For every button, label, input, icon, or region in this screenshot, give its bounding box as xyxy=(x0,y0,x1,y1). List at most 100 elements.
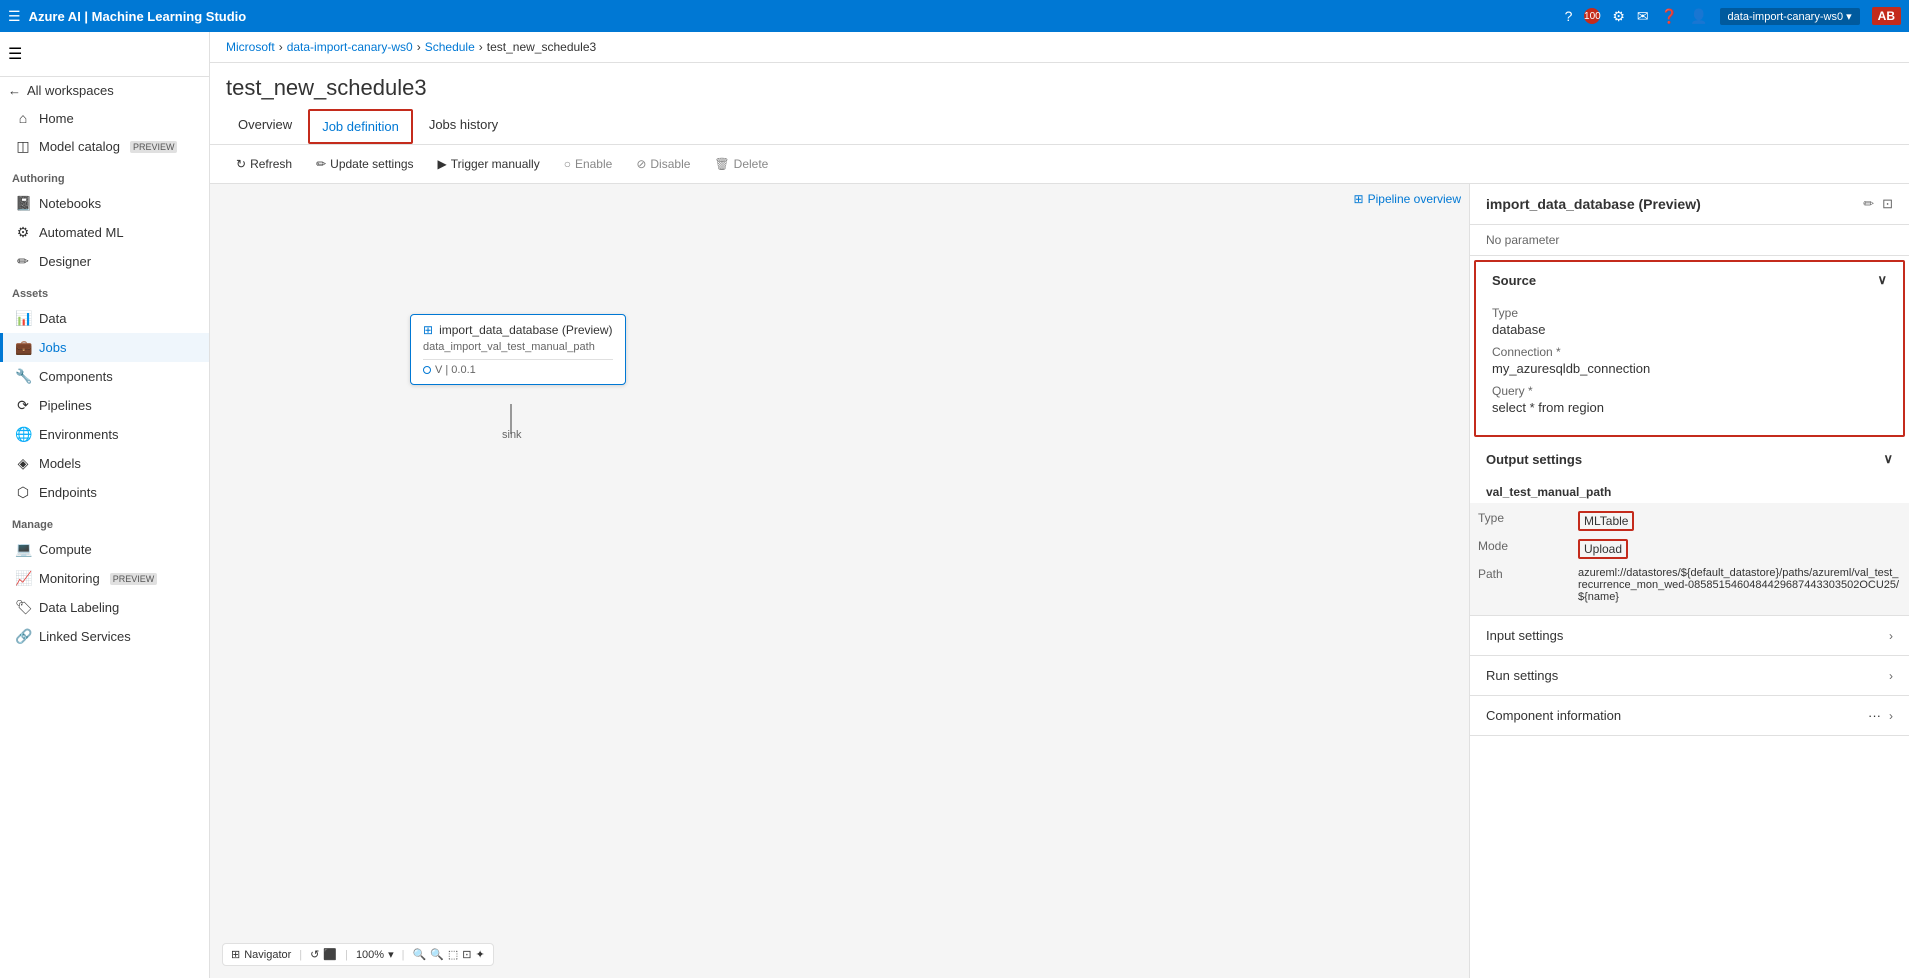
sidebar-label-data-labeling: Data Labeling xyxy=(39,600,119,615)
endpoints-icon: ⬡ xyxy=(15,484,31,501)
settings-icon[interactable]: ⚙ xyxy=(1612,8,1625,25)
sidebar-item-notebooks[interactable]: 📓 Notebooks xyxy=(0,189,209,218)
sidebar-item-models[interactable]: ◈ Models xyxy=(0,449,209,478)
sidebar-label-automated-ml: Automated ML xyxy=(39,225,124,240)
sidebar-label-compute: Compute xyxy=(39,542,92,557)
update-settings-button[interactable]: ✏ Update settings xyxy=(306,153,423,175)
output-row-mode: Mode Upload xyxy=(1470,535,1909,563)
play-icon: ▶ xyxy=(438,157,447,171)
sidebar-label-jobs: Jobs xyxy=(39,340,66,355)
refresh-icon: ↻ xyxy=(236,157,246,171)
sidebar-item-model-catalog[interactable]: ◫ Model catalog PREVIEW xyxy=(0,132,209,161)
source-section-header[interactable]: Source ∨ xyxy=(1476,262,1903,298)
menu-icon[interactable]: ☰ xyxy=(8,8,21,25)
sidebar: ☰ ← All workspaces ⌂ Home ◫ Model catalo… xyxy=(0,32,210,978)
delete-icon: 🗑 xyxy=(714,157,729,171)
data-labeling-icon: 🏷 xyxy=(15,599,31,616)
sidebar-item-compute[interactable]: 💻 Compute xyxy=(0,535,209,564)
sidebar-item-endpoints[interactable]: ⬡ Endpoints xyxy=(0,478,209,507)
sidebar-item-automated-ml[interactable]: ⚙ Automated ML xyxy=(0,218,209,247)
port-indicator xyxy=(423,366,431,374)
question-icon[interactable]: ❓ xyxy=(1661,8,1678,25)
source-section: Source ∨ Type database Connection * my_a… xyxy=(1474,260,1905,437)
tab-job-definition[interactable]: Job definition xyxy=(308,109,413,144)
canvas-sink-label: sink xyxy=(502,429,522,441)
user-icon[interactable]: 👤 xyxy=(1690,8,1707,25)
canvas-tool-2[interactable]: ⬚ xyxy=(448,948,458,961)
compute-icon: 💻 xyxy=(15,541,31,558)
sidebar-label-components: Components xyxy=(39,369,113,384)
canvas-node[interactable]: ⊞ import_data_database (Preview) data_im… xyxy=(410,314,626,385)
trigger-manually-button[interactable]: ▶ Trigger manually xyxy=(428,153,550,175)
enable-button[interactable]: ○ Enable xyxy=(554,153,623,175)
type-value: database xyxy=(1492,322,1887,337)
output-section-header[interactable]: Output settings ∨ xyxy=(1470,441,1909,477)
canvas-tool-4[interactable]: ✦ xyxy=(476,948,485,961)
monitoring-icon: 📈 xyxy=(15,570,31,587)
sidebar-item-pipelines[interactable]: ⟳ Pipelines xyxy=(0,391,209,420)
sidebar-label-data: Data xyxy=(39,311,66,326)
feedback-icon[interactable]: ✉ xyxy=(1637,8,1649,25)
refresh-button[interactable]: ↻ Refresh xyxy=(226,153,302,175)
notebooks-icon: 📓 xyxy=(15,195,31,212)
right-panel: import_data_database (Preview) ✏ ⊡ No pa… xyxy=(1469,184,1909,978)
navigator-label: Navigator xyxy=(244,949,291,961)
section-manage: Manage xyxy=(0,507,209,535)
topbar-right: ? 100 ⚙ ✉ ❓ 👤 data-import-canary-ws0 ▾ A… xyxy=(1565,7,1901,25)
breadcrumb-current: test_new_schedule3 xyxy=(487,40,596,54)
models-icon: ◈ xyxy=(15,455,31,472)
output-table-wrapper: Type MLTable Mode Upload xyxy=(1470,503,1909,615)
panel-edit-icon[interactable]: ✏ xyxy=(1863,196,1874,212)
back-icon: ← xyxy=(8,83,21,98)
page-title: test_new_schedule3 xyxy=(226,75,1893,101)
tab-overview[interactable]: Overview xyxy=(226,109,304,144)
sidebar-item-monitoring[interactable]: 📈 Monitoring PREVIEW xyxy=(0,564,209,593)
connection-value: my_azuresqldb_connection xyxy=(1492,361,1887,376)
navigator-icon[interactable]: ⊞ xyxy=(231,948,240,961)
canvas-area[interactable]: ⊞ Pipeline overview ⊞ import_data_databa… xyxy=(210,184,1469,978)
panel-header: import_data_database (Preview) ✏ ⊡ xyxy=(1470,184,1909,225)
sidebar-toggle[interactable]: ☰ xyxy=(4,40,26,68)
breadcrumb-microsoft[interactable]: Microsoft xyxy=(226,40,275,54)
sidebar-item-environments[interactable]: 🌐 Environments xyxy=(0,420,209,449)
zoom-in-icon[interactable]: 🔍 xyxy=(430,948,444,961)
canvas-node-header: ⊞ import_data_database (Preview) xyxy=(423,323,613,337)
help-icon[interactable]: ? xyxy=(1565,8,1573,24)
run-settings-label: Run settings xyxy=(1486,668,1558,683)
jobs-icon: 💼 xyxy=(15,339,31,356)
node-icon: ⊞ xyxy=(423,323,433,337)
output-row-path: Path azureml://datastores/${default_data… xyxy=(1470,563,1909,607)
sidebar-top: ☰ xyxy=(0,32,209,77)
canvas-tool-1[interactable]: ⬛ xyxy=(323,948,337,961)
breadcrumb-schedule[interactable]: Schedule xyxy=(425,40,475,54)
notification-badge[interactable]: 100 xyxy=(1584,8,1600,24)
canvas-tool-3[interactable]: ⊡ xyxy=(462,948,471,961)
sidebar-item-designer[interactable]: ✏ Designer xyxy=(0,247,209,276)
tab-jobs-history[interactable]: Jobs history xyxy=(417,109,510,144)
sidebar-item-home[interactable]: ⌂ Home xyxy=(0,104,209,132)
account-label[interactable]: data-import-canary-ws0 ▾ xyxy=(1720,8,1860,25)
disable-button[interactable]: ⊘ Disable xyxy=(626,153,700,175)
toolbar: ↻ Refresh ✏ Update settings ▶ Trigger ma… xyxy=(210,145,1909,184)
pipeline-overview-button[interactable]: ⊞ Pipeline overview xyxy=(1354,192,1461,206)
run-settings-section[interactable]: Run settings › xyxy=(1470,656,1909,696)
sidebar-item-jobs[interactable]: 💼 Jobs xyxy=(0,333,209,362)
sidebar-label-endpoints: Endpoints xyxy=(39,485,97,500)
model-catalog-icon: ◫ xyxy=(15,138,31,155)
panel-close-icon[interactable]: ⊡ xyxy=(1882,196,1893,212)
component-info-section[interactable]: Component information ··· › xyxy=(1470,696,1909,736)
zoom-out-icon[interactable]: 🔍 xyxy=(412,948,426,961)
input-settings-section[interactable]: Input settings › xyxy=(1470,616,1909,656)
port-label: V | 0.0.1 xyxy=(435,364,476,376)
sidebar-item-components[interactable]: 🔧 Components xyxy=(0,362,209,391)
delete-button[interactable]: 🗑 Delete xyxy=(704,153,778,175)
zoom-dropdown[interactable]: ▾ xyxy=(388,948,394,961)
sidebar-label-monitoring: Monitoring xyxy=(39,571,100,586)
sidebar-item-linked-services[interactable]: 🔗 Linked Services xyxy=(0,622,209,651)
sidebar-item-data-labeling[interactable]: 🏷 Data Labeling xyxy=(0,593,209,622)
breadcrumb-workspace[interactable]: data-import-canary-ws0 xyxy=(287,40,413,54)
sidebar-item-data[interactable]: 📊 Data xyxy=(0,304,209,333)
refresh-canvas-icon[interactable]: ↺ xyxy=(310,948,319,961)
data-icon: 📊 xyxy=(15,310,31,327)
all-workspaces-link[interactable]: ← All workspaces xyxy=(0,77,209,104)
